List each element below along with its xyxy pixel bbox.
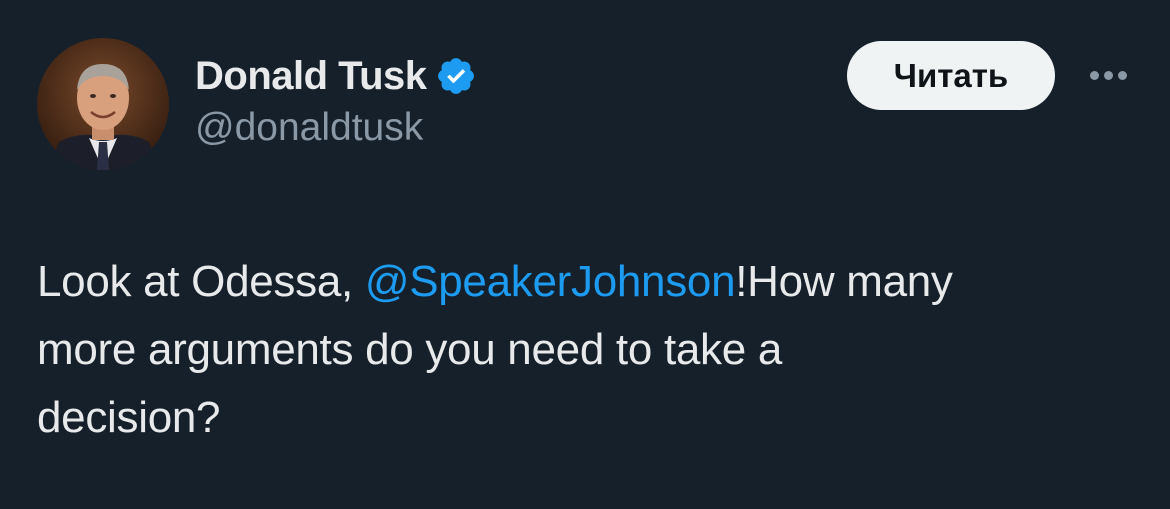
- tweet-text-segment: !How many: [735, 257, 953, 306]
- tweet-line-2: more arguments do you need to take a: [37, 325, 782, 374]
- avatar[interactable]: [37, 38, 169, 170]
- verified-badge-icon[interactable]: [435, 55, 477, 97]
- tweet-line-1: Look at Odessa, @SpeakerJohnson!How many: [37, 248, 1137, 316]
- mention-link[interactable]: @SpeakerJohnson: [365, 257, 736, 306]
- more-dot: [1089, 70, 1099, 80]
- profile-photo-icon: [37, 38, 169, 170]
- tweet-card: Donald Tusk @donaldtusk Читать Look at O…: [0, 0, 1170, 509]
- display-name[interactable]: Donald Tusk: [195, 54, 427, 99]
- more-dot: [1117, 70, 1127, 80]
- more-dot: [1103, 70, 1113, 80]
- more-options-icon[interactable]: [1085, 60, 1131, 90]
- tweet-line-3: decision?: [37, 393, 221, 442]
- tweet-text: Look at Odessa, @SpeakerJohnson!How many…: [37, 248, 1137, 452]
- author-handle[interactable]: @donaldtusk: [195, 106, 423, 150]
- follow-button[interactable]: Читать: [847, 41, 1055, 110]
- author-name-row: Donald Tusk: [195, 52, 477, 100]
- tweet-text-segment: Look at Odessa,: [37, 257, 365, 306]
